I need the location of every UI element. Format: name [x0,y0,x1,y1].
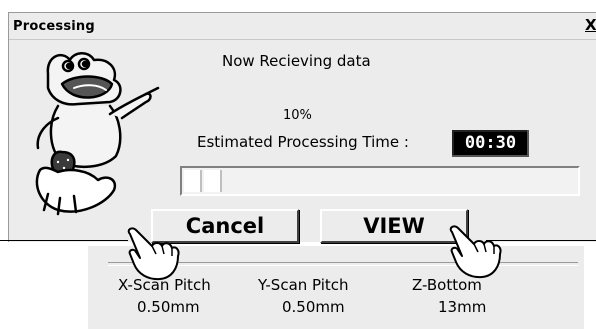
progress-bar [180,166,580,196]
estimated-time-display: 00:30 [452,130,529,157]
hand-pointer-icon [127,227,180,281]
title-bar: Processing X [9,13,596,40]
close-icon[interactable]: X [585,17,596,33]
z-bottom-value: 13mm [438,298,487,316]
x-scan-pitch-value: 0.50mm [137,298,200,316]
progress-segment [184,170,202,192]
top-strip [0,0,596,10]
hand-pointer-icon [449,225,502,279]
estimated-time-label: Estimated Processing Time : [197,133,409,151]
dialog-title: Processing [13,19,95,34]
pointer-line-left [0,240,128,241]
progress-segment [204,170,222,192]
progress-percent: 10% [283,108,312,123]
mascot-illustration [35,52,160,216]
y-scan-pitch-value: 0.50mm [282,298,345,316]
y-scan-pitch-label: Y-Scan Pitch [258,276,349,294]
status-message: Now Recieving data [222,52,371,70]
